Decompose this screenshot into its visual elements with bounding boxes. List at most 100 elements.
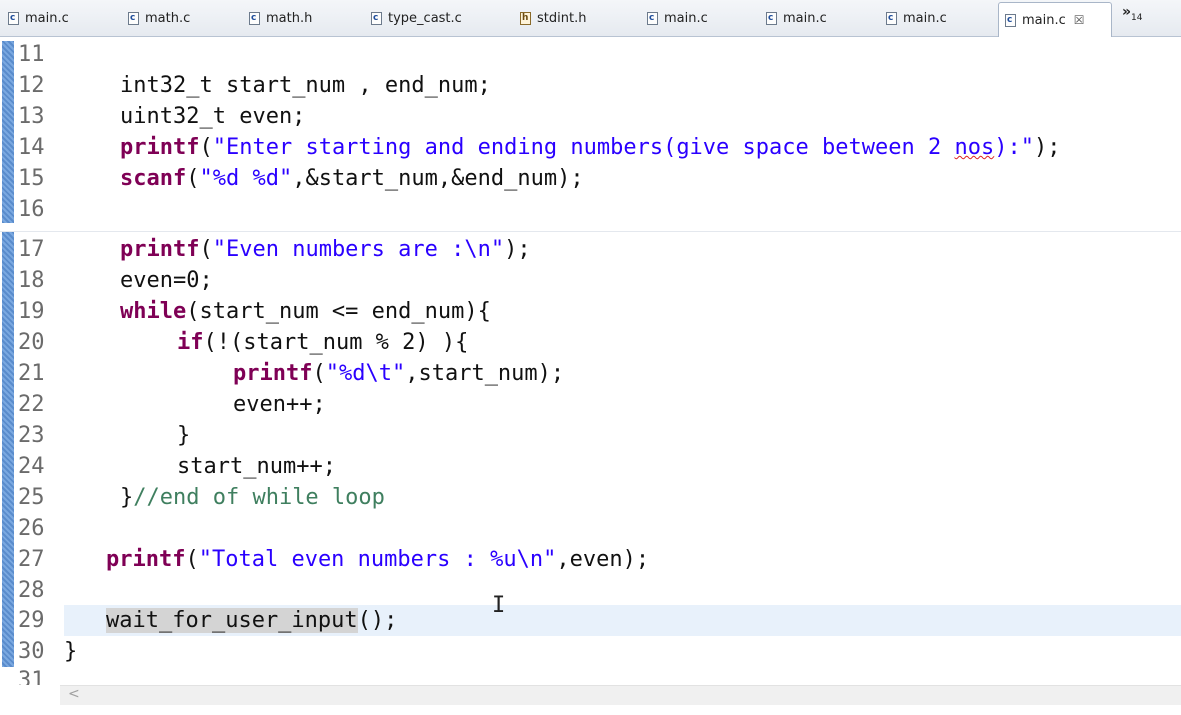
- tab-type-cast-c[interactable]: c type_cast.c: [371, 4, 462, 32]
- tab-main-c-active[interactable]: c main.c ☒: [998, 2, 1112, 37]
- selected-text: wait_for_user_input: [106, 608, 358, 633]
- tab-main-c-3[interactable]: c main.c: [766, 4, 827, 32]
- keyword-token: printf: [106, 547, 186, 572]
- tab-stdint-h[interactable]: h stdint.h: [520, 4, 586, 32]
- c-file-icon: c: [766, 11, 777, 25]
- code-line-28[interactable]: 28: [0, 575, 1181, 606]
- code-line-20[interactable]: 20 if(!(start_num % 2) ){: [0, 327, 1181, 358]
- comment-token: //end of while loop: [133, 485, 385, 510]
- code-token: start_num , end_num;: [212, 73, 491, 98]
- keyword-token: if: [177, 330, 204, 355]
- spelling-error-token: nos: [954, 135, 995, 160]
- tab-math-h[interactable]: c math.h: [249, 4, 312, 32]
- horizontal-scrollbar[interactable]: <: [60, 685, 1181, 705]
- eclipse-editor-window: c main.c c math.c c math.h c type_cast.c…: [0, 0, 1181, 715]
- code-text: printf("Total even numbers : %u\n",even)…: [106, 547, 650, 572]
- code-line-26[interactable]: 26: [0, 513, 1181, 544]
- type-token: int32_t: [120, 73, 213, 98]
- code-line-12[interactable]: 12 int32_t start_num , end_num;: [0, 70, 1181, 101]
- code-line-21[interactable]: 21 printf("%d\t",start_num);: [0, 358, 1181, 389]
- string-token: "%d %d": [199, 166, 293, 191]
- code-line-29[interactable]: 29 wait_for_user_input();: [0, 605, 1181, 636]
- line-number: 12: [18, 73, 45, 98]
- code-text: printf("%d\t",start_num);: [233, 361, 565, 386]
- hidden-tab-count: 14: [1131, 12, 1143, 23]
- tab-label: type_cast.c: [388, 10, 462, 26]
- code-line-13[interactable]: 13 uint32_t even;: [0, 101, 1181, 132]
- keyword-token: printf: [120, 135, 200, 160]
- line-number: 28: [18, 578, 45, 603]
- tab-label: main.c: [783, 10, 827, 26]
- line-number: 26: [18, 516, 45, 541]
- tab-label: main.c: [1022, 12, 1066, 28]
- close-tab-icon[interactable]: ☒: [1074, 13, 1085, 27]
- tab-overflow-button[interactable]: »14: [1122, 4, 1143, 23]
- tab-main-c-2[interactable]: c main.c: [647, 4, 708, 32]
- scroll-left-arrow-icon[interactable]: <: [68, 686, 80, 702]
- text-cursor-icon: I: [492, 593, 506, 618]
- code-line-16[interactable]: 16: [0, 194, 1181, 225]
- keyword-token: scanf: [120, 166, 187, 191]
- keyword-token: printf: [233, 361, 313, 386]
- code-text: while(start_num <= end_num){: [120, 299, 491, 324]
- code-line-31[interactable]: 31: [0, 667, 1181, 685]
- c-file-icon: c: [647, 11, 658, 25]
- code-line-17[interactable]: 17 printf("Even numbers are :\n");: [0, 234, 1181, 265]
- code-editor[interactable]: 11 12 int32_t start_num , end_num; 13 ui…: [0, 37, 1181, 685]
- code-line-30[interactable]: 30 }: [0, 636, 1181, 667]
- c-file-icon: c: [1005, 13, 1016, 27]
- code-line-22[interactable]: 22 even++;: [0, 389, 1181, 420]
- tab-main-c-1[interactable]: c main.c: [8, 4, 69, 32]
- code-text: }: [64, 639, 78, 664]
- c-file-icon: c: [249, 11, 260, 25]
- code-line-19[interactable]: 19 while(start_num <= end_num){: [0, 296, 1181, 327]
- tab-label: stdint.h: [537, 10, 587, 26]
- code-text: even++;: [233, 392, 326, 417]
- tab-label: main.c: [903, 10, 947, 26]
- code-text: printf("Enter starting and ending number…: [120, 135, 1061, 160]
- keyword-token: printf: [120, 237, 200, 262]
- code-line-18[interactable]: 18 even=0;: [0, 265, 1181, 296]
- line-number: 30: [18, 639, 45, 664]
- code-text: scanf("%d %d",&start_num,&end_num);: [120, 166, 584, 191]
- line-number: 25: [18, 485, 45, 510]
- code-line-23[interactable]: 23 }: [0, 420, 1181, 451]
- line-number: 19: [18, 299, 45, 324]
- code-line-24[interactable]: 24 start_num++;: [0, 451, 1181, 482]
- tab-main-c-4[interactable]: c main.c: [886, 4, 947, 32]
- tab-label: math.c: [145, 10, 191, 26]
- c-file-icon: c: [128, 11, 139, 25]
- code-line-27[interactable]: 27 printf("Total even numbers : %u\n",ev…: [0, 544, 1181, 575]
- header-file-icon: h: [520, 11, 531, 25]
- line-number: 22: [18, 392, 45, 417]
- code-line-14[interactable]: 14 printf("Enter starting and ending num…: [0, 132, 1181, 163]
- keyword-token: while: [120, 299, 187, 324]
- code-text: even=0;: [120, 268, 213, 293]
- code-line-25[interactable]: 25 }//end of while loop: [0, 482, 1181, 513]
- code-text: printf("Even numbers are :\n");: [120, 237, 531, 262]
- code-text: }: [177, 423, 191, 448]
- tab-label: main.c: [25, 10, 69, 26]
- c-file-icon: c: [371, 11, 382, 25]
- code-line-11[interactable]: 11: [0, 39, 1181, 70]
- editor-tab-bar: c main.c c math.c c math.h c type_cast.c…: [0, 0, 1181, 37]
- line-number: 21: [18, 361, 45, 386]
- code-text: start_num++;: [177, 454, 336, 479]
- string-token: "%d\t": [325, 361, 406, 386]
- tab-math-c[interactable]: c math.c: [128, 4, 190, 32]
- c-file-icon: c: [886, 11, 897, 25]
- line-number: 29: [18, 608, 45, 633]
- line-number: 20: [18, 330, 45, 355]
- string-token: "Enter starting and ending numbers(give …: [212, 135, 955, 160]
- line-number: 16: [18, 197, 45, 222]
- string-token: "Total even numbers : %u\n": [198, 547, 557, 572]
- string-token: ):": [994, 135, 1034, 160]
- c-file-icon: c: [8, 11, 19, 25]
- tab-label: main.c: [664, 10, 708, 26]
- line-number: 18: [18, 268, 45, 293]
- line-number: 17: [18, 237, 45, 262]
- code-text: uint32_t even;: [120, 104, 306, 129]
- chevron-double-right-icon: »: [1122, 4, 1132, 20]
- code-text: if(!(start_num % 2) ){: [177, 330, 469, 355]
- code-line-15[interactable]: 15 scanf("%d %d",&start_num,&end_num);: [0, 163, 1181, 194]
